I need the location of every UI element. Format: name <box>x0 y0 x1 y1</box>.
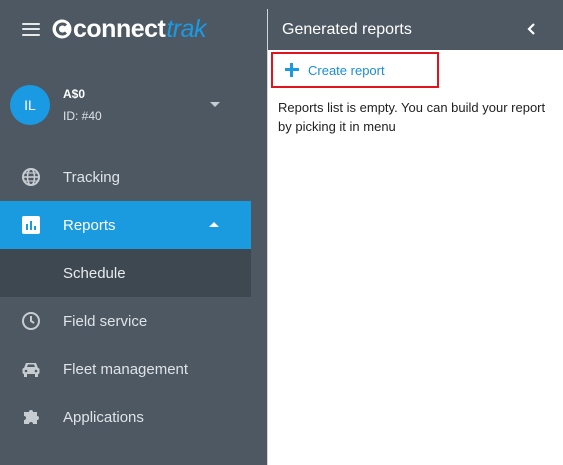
logo-text-trak: trak <box>166 14 207 43</box>
globe-icon <box>21 167 41 187</box>
sidebar-item-fleet-management[interactable]: Fleet management <box>0 345 251 393</box>
sidebar-item-label: Fleet management <box>63 360 189 378</box>
user-name: A$0 <box>63 86 86 101</box>
sidebar-item-tracking[interactable]: Tracking <box>0 153 251 201</box>
sidebar-item-schedule[interactable]: Schedule <box>0 249 251 297</box>
clock-icon <box>21 311 41 331</box>
sidebar-item-label: Tracking <box>63 168 120 186</box>
sidebar-item-label: Applications <box>63 408 144 426</box>
sidebar-item-label: Field service <box>63 312 148 330</box>
avatar: IL <box>10 85 50 125</box>
sidebar-item-reports[interactable]: Reports <box>0 201 251 249</box>
user-menu[interactable]: IL A$0 ID: #40 <box>10 84 240 126</box>
sidebar-item-field-service[interactable]: Field service <box>0 297 251 345</box>
sidebar-item-label: Reports <box>63 216 116 234</box>
puzzle-icon <box>21 407 41 427</box>
sidebar-item-label: Schedule <box>63 264 126 282</box>
user-id: ID: #40 <box>63 108 102 123</box>
logo-text-connect: connect <box>73 14 166 43</box>
create-report-label: Create report <box>308 62 385 78</box>
car-icon <box>21 359 41 379</box>
sidebar: connect trak IL A$0 ID: #40 Tracking Rep… <box>0 0 251 465</box>
generated-reports-panel: Generated reports Create report Reports … <box>267 9 563 465</box>
chevron-down-icon[interactable] <box>210 102 220 107</box>
top-bar: connect trak <box>0 0 251 58</box>
panel-title: Generated reports <box>282 20 412 38</box>
chevron-left-icon[interactable] <box>525 22 539 36</box>
create-report-button[interactable]: Create report <box>271 52 439 88</box>
plus-icon <box>285 63 299 77</box>
empty-state-message: Reports list is empty. You can build you… <box>278 100 546 134</box>
app-logo[interactable]: connect trak <box>52 14 207 43</box>
hamburger-menu-icon[interactable] <box>22 22 40 36</box>
chevron-up-icon <box>209 222 219 227</box>
bar-chart-icon <box>21 215 41 235</box>
panel-header: Generated reports <box>268 9 563 50</box>
logo-c-icon <box>52 19 72 39</box>
sidebar-item-applications[interactable]: Applications <box>0 393 251 441</box>
